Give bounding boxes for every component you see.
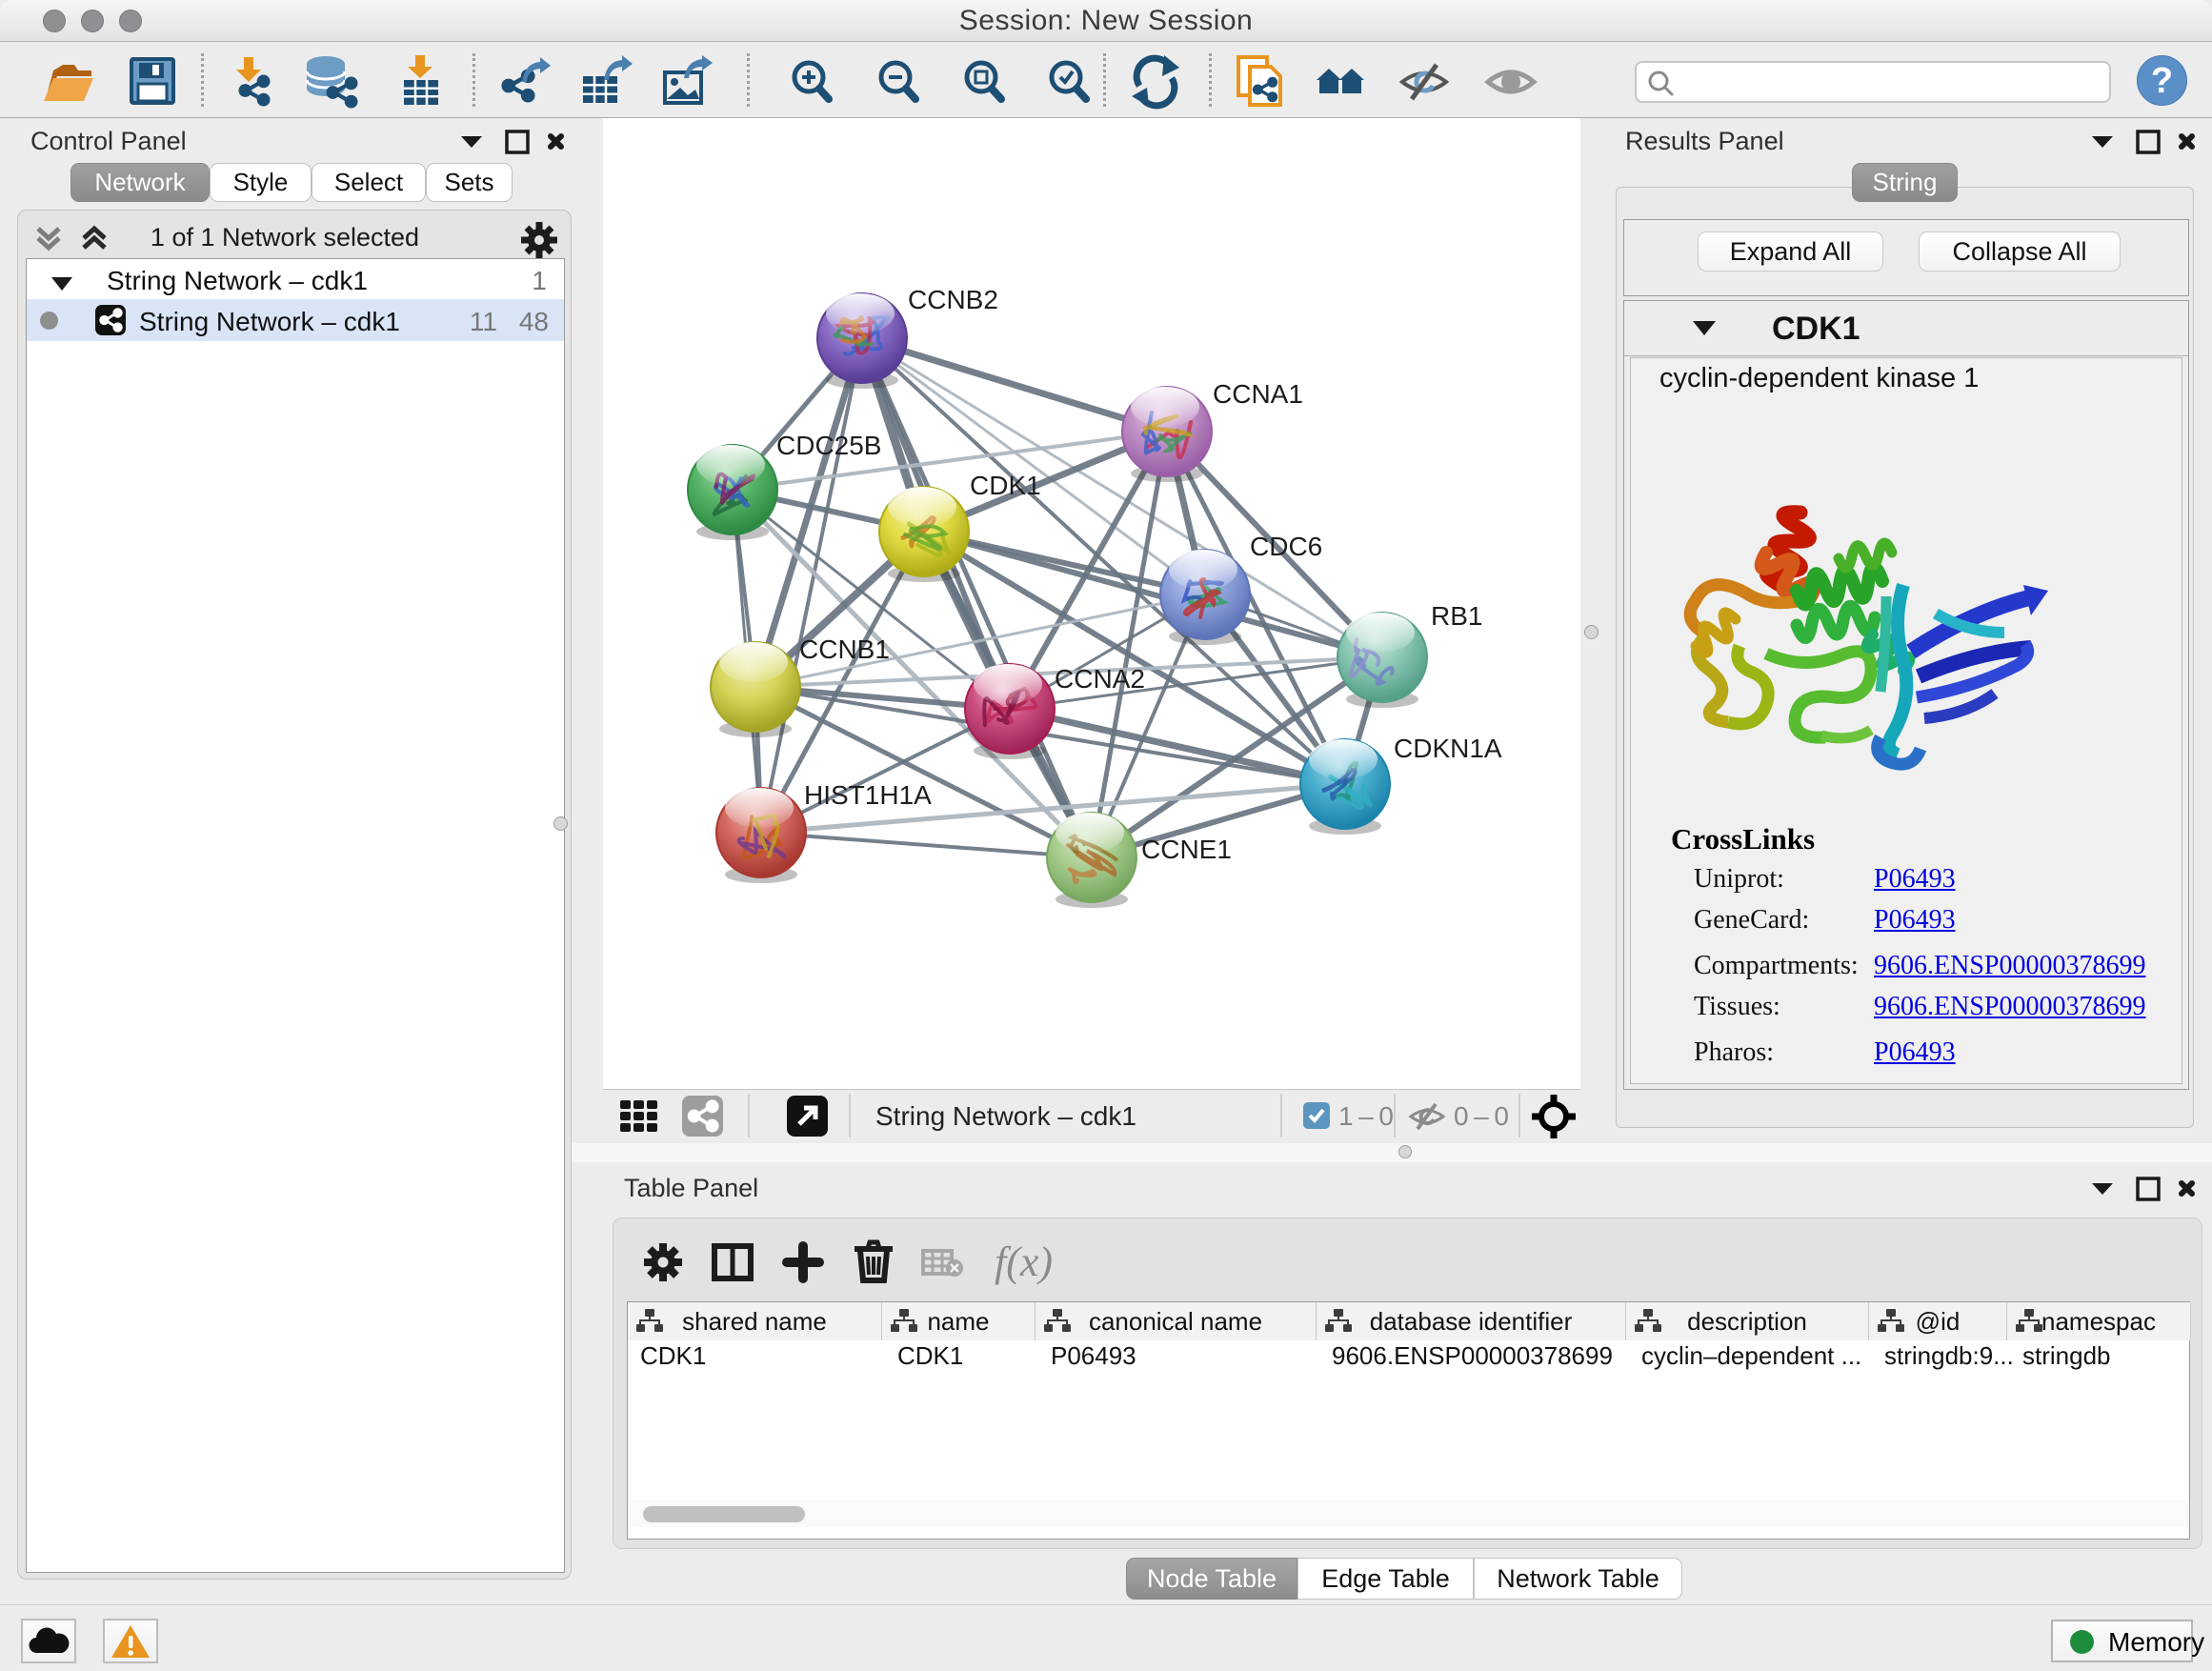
svg-text:CCNB2: CCNB2 — [908, 285, 998, 314]
svg-text:f(x): f(x) — [995, 1238, 1053, 1285]
svg-text:CDK1: CDK1 — [970, 471, 1041, 500]
svg-text:CDC6: CDC6 — [1250, 532, 1322, 561]
svg-text:CDKN1A: CDKN1A — [1394, 734, 1502, 763]
svg-text:CCNE1: CCNE1 — [1141, 835, 1232, 864]
svg-text:CDC25B: CDC25B — [776, 431, 881, 460]
svg-text:RB1: RB1 — [1431, 601, 1482, 631]
svg-text:CCNA1: CCNA1 — [1213, 379, 1303, 409]
svg-text:HIST1H1A: HIST1H1A — [804, 780, 932, 810]
svg-text:CCNB1: CCNB1 — [799, 634, 890, 664]
svg-text:CCNA2: CCNA2 — [1055, 664, 1145, 694]
